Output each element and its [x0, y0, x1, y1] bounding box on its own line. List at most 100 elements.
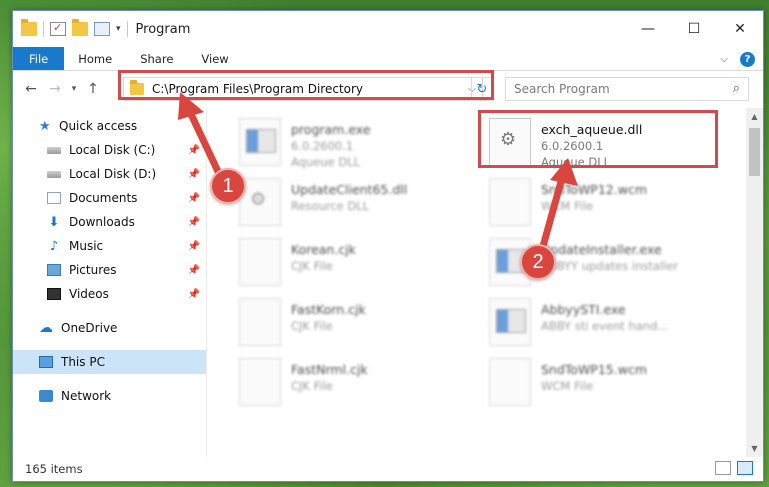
pin-icon[interactable]: 📌 [188, 289, 200, 300]
scroll-down-icon[interactable]: ▼ [746, 440, 763, 457]
sidebar-item-music[interactable]: ♪ Music 📌 [13, 234, 206, 258]
pin-icon[interactable]: 📌 [188, 217, 200, 228]
file-type: WCM File [541, 199, 594, 213]
computer-icon [39, 356, 53, 368]
properties-check-icon[interactable] [50, 21, 66, 36]
up-button[interactable]: ↑ [81, 81, 105, 97]
sidebar-item-label: Quick access [59, 119, 138, 133]
maximize-button[interactable]: ☐ [671, 11, 717, 47]
sidebar-item-label: Music [69, 239, 104, 253]
search-placeholder: Search Program [514, 82, 610, 96]
sidebar-item-pictures[interactable]: Pictures 📌 [13, 258, 206, 282]
file-item[interactable]: SndToWP12.wcm WCM File [481, 174, 711, 234]
step-2-badge: 2 [520, 244, 556, 280]
file-type: WCM File [541, 379, 594, 393]
sidebar-item-onedrive[interactable]: ☁ OneDrive [13, 316, 206, 340]
minimize-button[interactable]: — [625, 11, 671, 47]
file-name: FastNrml.cjk [291, 362, 368, 377]
pin-icon[interactable]: 📌 [188, 169, 200, 180]
downloads-icon: ⬇ [48, 214, 60, 230]
ribbon-right: ⌵ ? [720, 47, 755, 71]
recent-locations-icon[interactable]: ▾ [67, 84, 81, 94]
sidebar-item-videos[interactable]: Videos 📌 [13, 282, 206, 306]
videos-icon [47, 288, 61, 300]
forward-button[interactable]: → [43, 81, 67, 97]
scroll-thumb[interactable] [749, 128, 760, 176]
quick-access-toolbar: ▾ [13, 19, 128, 37]
file-item[interactable]: FastKorn.cjk CJK File [231, 294, 461, 354]
tab-home[interactable]: Home [64, 47, 126, 70]
network-icon [39, 390, 53, 402]
new-folder-icon[interactable] [72, 19, 88, 36]
file-name: UpdateInstaller.exe [541, 242, 662, 257]
file-item[interactable]: program.exe 6.0.2600.1 Aqueue DLL [231, 114, 461, 174]
tab-share[interactable]: Share [126, 47, 187, 70]
divider [126, 21, 128, 37]
file-type: CJK File [291, 259, 333, 273]
sidebar-item-label: Documents [69, 191, 138, 205]
sidebar-item-network[interactable]: Network [13, 384, 206, 408]
file-type: CJK File [291, 319, 333, 333]
file-item[interactable]: SndToWP15.wcm WCM File [481, 354, 711, 414]
file-icon [239, 358, 281, 406]
sidebar-item-label: Videos [69, 287, 109, 301]
sidebar-item-downloads[interactable]: ⬇ Downloads 📌 [13, 210, 206, 234]
customize-toolbar-icon[interactable] [94, 22, 110, 36]
file-name: AbbyySTI.exe [541, 302, 626, 317]
file-type: ABBY sti event hand... [541, 319, 669, 333]
file-type: Resource DLL [291, 199, 370, 213]
large-icons-view-icon[interactable] [737, 461, 753, 475]
file-icon [239, 298, 281, 346]
file-description: Aqueue DLL [291, 155, 361, 169]
tab-view[interactable]: View [187, 47, 242, 70]
music-icon: ♪ [49, 238, 59, 254]
file-name: UpdateClient65.dll [291, 182, 408, 197]
star-icon: ★ [39, 118, 51, 134]
sidebar-item-documents[interactable]: Documents 📌 [13, 186, 206, 210]
scroll-up-icon[interactable]: ▲ [746, 108, 763, 125]
file-icon [489, 358, 531, 406]
window-title: Program [135, 21, 191, 37]
window-controls: — ☐ ✕ [625, 11, 763, 47]
sidebar-item-local-disk-d[interactable]: Local Disk (D:) 📌 [13, 162, 206, 186]
file-name: program.exe [291, 122, 371, 137]
file-icon [489, 178, 531, 226]
view-switcher [715, 461, 753, 475]
search-box[interactable]: Search Program ⌕ [505, 77, 749, 101]
qat-dropdown-icon[interactable]: ▾ [116, 24, 121, 34]
file-item[interactable]: AbbyySTI.exe ABBY sti event hand... [481, 294, 711, 354]
details-view-icon[interactable] [715, 461, 731, 475]
exe-icon [489, 298, 531, 346]
file-item[interactable]: UpdateInstaller.exe ABBYY updates instal… [481, 234, 711, 294]
expand-ribbon-icon[interactable]: ⌵ [720, 54, 728, 65]
close-button[interactable]: ✕ [717, 11, 763, 47]
tab-file[interactable]: File [13, 47, 65, 70]
sidebar-item-this-pc[interactable]: This PC [13, 350, 206, 374]
item-count: 165 items [25, 462, 83, 476]
title-bar: ▾ Program — ☐ ✕ [13, 11, 763, 47]
pin-icon[interactable]: 📌 [188, 193, 200, 204]
file-type: CJK File [291, 379, 333, 393]
divider [43, 21, 44, 37]
vertical-scrollbar[interactable]: ▲ ▼ [746, 108, 763, 457]
file-item[interactable]: UpdateClient65.dll Resource DLL [231, 174, 461, 234]
help-icon[interactable]: ? [740, 51, 755, 67]
sidebar-item-quick-access[interactable]: ★ Quick access [13, 114, 206, 138]
pin-icon[interactable]: 📌 [188, 265, 200, 276]
sidebar-item-local-disk-c[interactable]: Local Disk (C:) 📌 [13, 138, 206, 162]
back-button[interactable]: ← [19, 81, 43, 97]
sidebar-item-label: This PC [61, 355, 105, 369]
file-item[interactable]: Korean.cjk CJK File [231, 234, 461, 294]
search-icon[interactable]: ⌕ [733, 81, 740, 96]
file-name: FastKorn.cjk [291, 302, 366, 317]
sidebar-item-label: Pictures [69, 263, 117, 277]
sidebar-item-label: OneDrive [61, 321, 118, 335]
pin-icon[interactable]: 📌 [188, 241, 200, 252]
sidebar-item-label: Local Disk (D:) [69, 167, 157, 181]
file-item[interactable]: FastNrml.cjk CJK File [231, 354, 461, 414]
pictures-icon [47, 264, 61, 276]
pin-icon[interactable]: 📌 [188, 145, 200, 156]
